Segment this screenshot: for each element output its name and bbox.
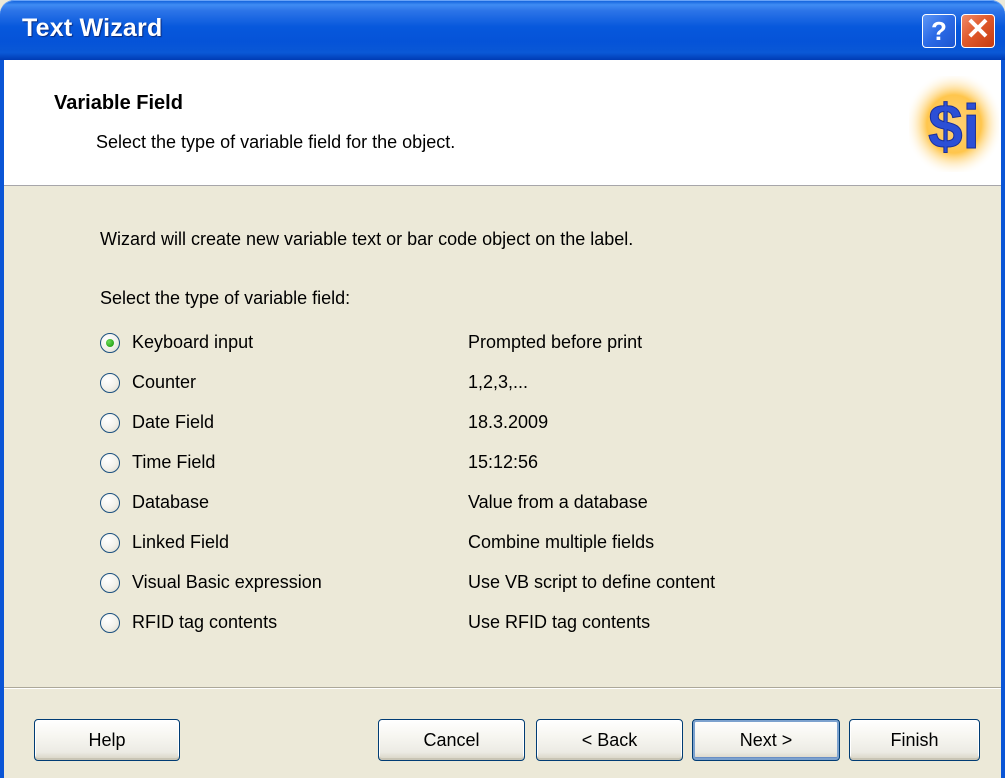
option-label[interactable]: Time Field [132, 452, 215, 473]
finish-button[interactable]: Finish [849, 719, 980, 761]
option-description: 18.3.2009 [468, 412, 549, 432]
intro-text: Wizard will create new variable text or … [100, 229, 634, 249]
radio-button[interactable] [100, 453, 120, 473]
logo-text: $i [928, 93, 980, 162]
window-frame-right [1001, 60, 1005, 778]
radio-button[interactable] [100, 613, 120, 633]
cancel-button[interactable]: Cancel [378, 719, 525, 761]
option-label[interactable]: Keyboard input [132, 332, 253, 353]
radio-button[interactable] [100, 493, 120, 513]
option-row[interactable]: Database Value from a database [100, 490, 820, 518]
page-title: Variable Field [54, 92, 183, 114]
option-description: Use VB script to define content [468, 572, 716, 592]
radio-button[interactable] [100, 413, 120, 433]
page-subtitle: Select the type of variable field for th… [96, 132, 456, 152]
option-description: 15:12:56 [468, 452, 539, 472]
help-question-icon[interactable]: ? [922, 14, 956, 48]
option-label[interactable]: Database [132, 492, 209, 513]
close-icon[interactable]: ✕ [961, 14, 995, 48]
title-bar[interactable]: Text Wizard ? ✕ [0, 0, 1005, 60]
radio-selected-dot [106, 339, 114, 347]
option-row[interactable]: Keyboard input Prompted before print [100, 330, 820, 358]
radio-button[interactable] [100, 373, 120, 393]
select-type-label: Select the type of variable field: [100, 288, 351, 308]
option-description: Value from a database [468, 492, 648, 512]
radio-button[interactable] [100, 333, 120, 353]
option-row[interactable]: RFID tag contents Use RFID tag contents [100, 610, 820, 638]
option-row[interactable]: Linked Field Combine multiple fields [100, 530, 820, 558]
option-label[interactable]: Linked Field [132, 532, 229, 553]
option-label[interactable]: Counter [132, 372, 196, 393]
wizard-header: Variable Field Select the type of variab… [4, 60, 1001, 186]
option-description: Combine multiple fields [468, 532, 655, 552]
separator-highlight [4, 688, 1001, 689]
back-button[interactable]: < Back [536, 719, 683, 761]
option-description: Use RFID tag contents [468, 612, 651, 632]
radio-button[interactable] [100, 533, 120, 553]
option-row[interactable]: Counter 1,2,3,... [100, 370, 820, 398]
option-row[interactable]: Date Field 18.3.2009 [100, 410, 820, 438]
option-row[interactable]: Visual Basic expression Use VB script to … [100, 570, 820, 598]
option-label[interactable]: Date Field [132, 412, 214, 433]
option-row[interactable]: Time Field 15:12:56 [100, 450, 820, 478]
text-wizard-dialog: Text Wizard ? ✕ Variable Field Select th… [0, 0, 1005, 778]
window-title: Text Wizard [22, 14, 163, 42]
radio-button[interactable] [100, 573, 120, 593]
option-label[interactable]: RFID tag contents [132, 612, 277, 633]
next-button[interactable]: Next > [692, 719, 840, 761]
option-description: Prompted before print [468, 332, 643, 352]
option-description: 1,2,3,... [468, 372, 529, 392]
option-label[interactable]: Visual Basic expression [132, 572, 322, 593]
help-button[interactable]: Help [34, 719, 180, 761]
variable-dollar-i-icon: $i [909, 76, 999, 172]
